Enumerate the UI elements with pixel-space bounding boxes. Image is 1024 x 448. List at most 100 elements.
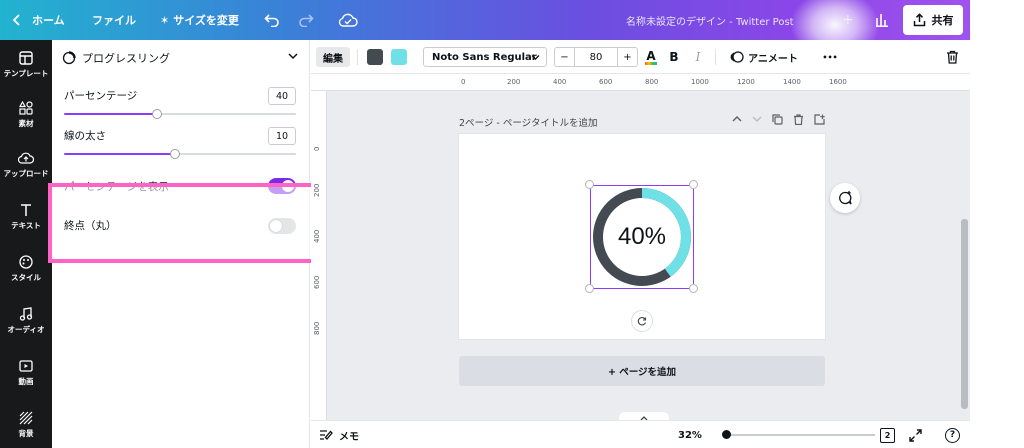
- rail-item-elements[interactable]: 素材: [0, 90, 52, 140]
- animate-button[interactable]: アニメート: [725, 47, 803, 67]
- zoom-value: 32%: [678, 429, 702, 441]
- rail-item-text[interactable]: テキスト: [0, 192, 52, 242]
- font-family-select[interactable]: Noto Sans Regular: [423, 47, 547, 67]
- template-icon: [19, 51, 33, 65]
- resize-button[interactable]: ✶ サイズを変更: [160, 0, 239, 40]
- text-color-glyph: A: [646, 48, 656, 63]
- redo-icon: [299, 14, 314, 27]
- chevron-left-icon: [12, 14, 20, 26]
- font-size-decrease-button[interactable]: −: [555, 48, 575, 66]
- redo-button[interactable]: [298, 0, 314, 40]
- resize-handle-br[interactable]: [689, 284, 698, 293]
- rounded-end-toggle[interactable]: [268, 218, 296, 234]
- stroke-width-label: 線の太さ: [64, 130, 106, 142]
- italic-button[interactable]: I: [691, 47, 705, 67]
- help-icon: ?: [945, 427, 960, 443]
- color-swatch-primary[interactable]: [367, 49, 383, 65]
- animate-label: アニメート: [748, 53, 798, 65]
- more-options-button[interactable]: •••: [819, 47, 841, 67]
- rail-item-video[interactable]: 動画: [0, 348, 52, 398]
- chevron-down-icon: [531, 55, 540, 60]
- ruler-tick-label: 1000: [691, 78, 709, 86]
- slider-fill: [64, 113, 157, 115]
- file-menu[interactable]: ファイル: [92, 0, 136, 40]
- percentage-slider[interactable]: [64, 109, 296, 119]
- home-button[interactable]: ホーム: [12, 0, 65, 40]
- document-title[interactable]: 名称未設定のデザイン - Twitter Post: [626, 0, 794, 40]
- font-size-input[interactable]: 80: [575, 48, 617, 66]
- vertical-ruler: 0 200 400 600 800: [311, 91, 327, 420]
- horizontal-ruler: 0 200 400 600 800 1000 1200 1400 1600: [311, 75, 970, 91]
- add-collaborator-button[interactable]: +: [842, 0, 854, 40]
- resize-handle-tr[interactable]: [689, 180, 698, 189]
- notes-label: メモ: [339, 431, 359, 443]
- panel-header[interactable]: プログレスリング: [62, 48, 302, 68]
- trash-icon: [946, 50, 958, 64]
- design-page[interactable]: 40%: [459, 134, 825, 339]
- add-page-icon[interactable]: [814, 114, 825, 125]
- add-page-button[interactable]: + ページを追加: [459, 356, 825, 386]
- rail-item-uploads[interactable]: アップロード: [0, 140, 52, 190]
- zoom-slider-knob[interactable]: [722, 430, 731, 439]
- rail-item-styles[interactable]: スタイル: [0, 244, 52, 294]
- insights-button[interactable]: [866, 6, 898, 34]
- page-header: 2ページ - ページタイトルを追加: [459, 113, 825, 131]
- ruler-tick-label: 200: [313, 183, 321, 197]
- top-bar: ホーム ファイル ✶ サイズを変更 名称未設定のデザイン - Twitter P…: [0, 0, 970, 60]
- resize-handle-bl[interactable]: [585, 284, 594, 293]
- ruler-tick-label: 0: [461, 78, 466, 86]
- rail-item-audio[interactable]: オーディオ: [0, 296, 52, 346]
- resize-handle-tl[interactable]: [585, 180, 594, 189]
- zoom-slider-track[interactable]: [729, 434, 875, 436]
- ruler-tick-label: 400: [313, 229, 321, 243]
- collapse-pages-button[interactable]: [619, 412, 669, 420]
- undo-icon: [264, 14, 279, 27]
- edit-button[interactable]: 編集: [316, 47, 350, 67]
- rail-label: 背景: [18, 429, 34, 438]
- percentage-input[interactable]: 40: [268, 87, 296, 105]
- rail-label: 動画: [18, 377, 34, 386]
- undo-button[interactable]: [264, 0, 280, 40]
- share-button[interactable]: 共有: [903, 5, 963, 35]
- ruler-tick-label: 600: [599, 78, 613, 86]
- trash-icon[interactable]: [793, 114, 804, 125]
- stroke-width-slider[interactable]: [64, 149, 296, 159]
- audio-icon: [19, 307, 33, 321]
- bold-button[interactable]: B: [667, 47, 681, 67]
- upload-icon: [18, 152, 34, 164]
- cloud-save-button[interactable]: [338, 0, 358, 40]
- stroke-width-input[interactable]: 10: [268, 127, 296, 145]
- rail-label: オーディオ: [7, 325, 45, 334]
- ruler-tick-label: 200: [507, 78, 521, 86]
- rotate-button[interactable]: [631, 310, 653, 332]
- divider: [715, 49, 716, 65]
- scrollbar-thumb[interactable]: [961, 219, 968, 409]
- ruler-tick-label: 600: [313, 275, 321, 289]
- comment-button[interactable]: [830, 183, 860, 213]
- rail-item-templates[interactable]: テンプレート: [0, 40, 52, 90]
- duplicate-page-icon[interactable]: [772, 114, 783, 125]
- divider: [357, 49, 358, 65]
- text-color-button[interactable]: A: [643, 47, 659, 67]
- rotate-icon: [637, 317, 647, 326]
- rail-item-background[interactable]: 背景: [0, 400, 52, 448]
- color-swatch-secondary[interactable]: [391, 49, 407, 65]
- chevron-down-icon[interactable]: [752, 114, 762, 124]
- fullscreen-button[interactable]: [909, 421, 922, 448]
- slider-knob[interactable]: [151, 109, 162, 119]
- chevron-down-icon: [288, 53, 298, 60]
- chevron-up-icon[interactable]: [732, 114, 742, 124]
- highlight-annotation: 終点（丸）: [48, 183, 332, 263]
- help-button[interactable]: ?: [945, 421, 960, 448]
- slider-knob[interactable]: [170, 149, 181, 159]
- page-title[interactable]: 2ページ - ページタイトルを追加: [459, 115, 597, 129]
- delete-element-button[interactable]: [944, 47, 960, 67]
- font-size-increase-button[interactable]: +: [617, 48, 637, 66]
- ruler-tick-label: 400: [553, 78, 567, 86]
- ruler-tick-label: 1400: [783, 78, 801, 86]
- text-icon: [21, 204, 31, 216]
- ruler-tick-label: 0: [313, 146, 321, 151]
- notes-button[interactable]: メモ: [319, 421, 359, 448]
- page-count-button[interactable]: 2: [880, 428, 895, 443]
- vertical-scrollbar[interactable]: [959, 91, 969, 420]
